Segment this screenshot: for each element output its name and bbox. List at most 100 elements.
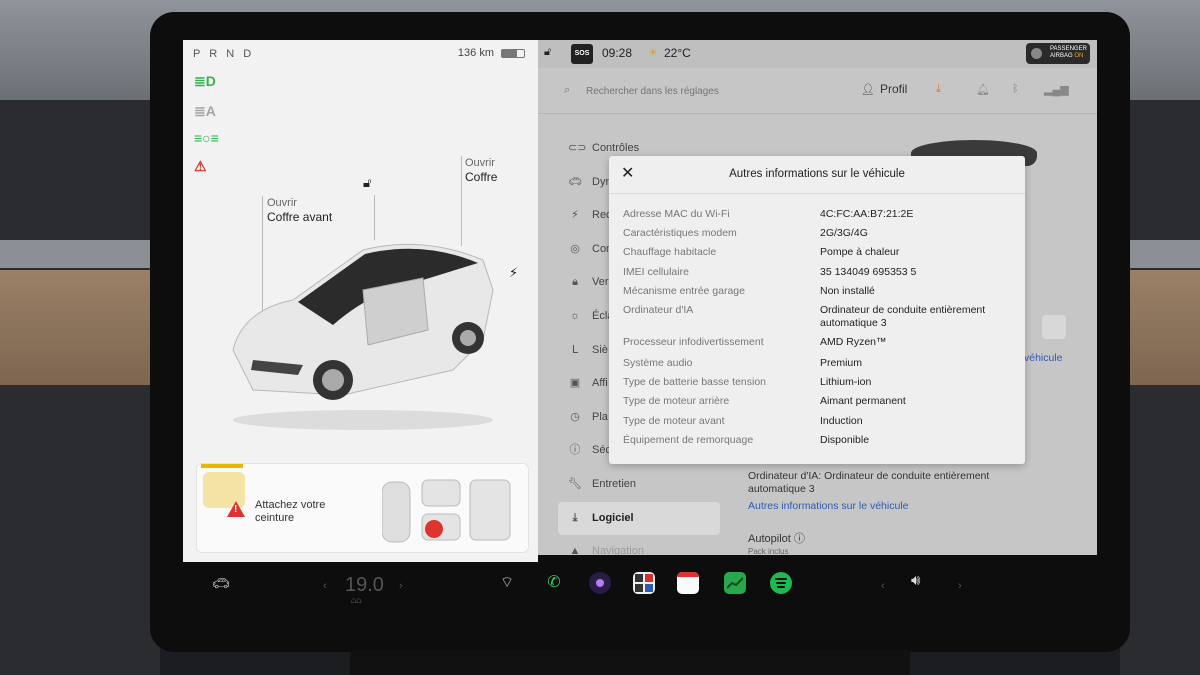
menu-label: Siè: [592, 343, 608, 356]
taskbar: 🚗︎ ‹ 19.0 ⩍⩍ › ⌔ ✆ ‹ 🔊︎ ›: [183, 562, 1097, 608]
temp-down-chevron[interactable]: ‹: [323, 580, 327, 592]
info-label: Processeur infodivertissement: [623, 336, 764, 348]
menu-item-entretien[interactable]: 🔧︎ Entretien: [558, 468, 720, 502]
display-icon: ▣: [569, 377, 581, 390]
info-label: Système audio: [623, 357, 693, 369]
steering-wheel-icon: ◎: [570, 242, 580, 255]
autopilot-label: Autopilot: [748, 533, 791, 545]
info-value: 2G/3G/4G: [820, 227, 868, 239]
side-toggle[interactable]: [1042, 315, 1066, 339]
modal-header: ✕ Autres informations sur le véhicule: [609, 156, 1025, 194]
trim-right: [1120, 240, 1200, 268]
info-value: Aimant permanent: [820, 395, 906, 407]
screen-stand: [350, 650, 910, 675]
menu-label: Ver: [592, 276, 609, 289]
light-icon: ☼: [569, 309, 581, 322]
car-icon: 🚗︎: [568, 175, 582, 188]
info-value: Premium: [820, 357, 863, 369]
auto-headlight-icon: ≣A: [194, 103, 216, 119]
menu-label: Affi: [592, 377, 608, 390]
more-vehicle-info-link[interactable]: Autres informations sur le véhicule: [748, 500, 909, 512]
menu-label: Contrôles: [592, 142, 640, 154]
menu-item-navigation[interactable]: ▲ Navigation: [558, 535, 720, 555]
lock-icon: 🔒︎: [572, 276, 578, 289]
temp-up-chevron[interactable]: ›: [399, 580, 403, 592]
info-label: IMEI cellulaire: [623, 266, 689, 278]
info-value: Ordinateur de conduite entièrement autom…: [820, 304, 986, 329]
wrench-icon: 🔧︎: [568, 477, 582, 490]
car-controls-icon[interactable]: 🚗︎: [212, 575, 230, 592]
sos-button[interactable]: SOS: [571, 44, 593, 64]
info-label: Type de moteur avant: [623, 415, 725, 427]
wood-panel-right: [1120, 270, 1200, 385]
warning-icon: !: [227, 501, 245, 517]
info-value: Pompe à chaleur: [820, 246, 900, 258]
seat-icon: ᒪ: [571, 343, 579, 356]
info-label: Mécanisme entrée garage: [623, 285, 745, 297]
seatbelt-alert-card: ! Attachez votre ceinture: [196, 463, 529, 553]
calendar-icon[interactable]: [677, 572, 699, 594]
charge-port-icon[interactable]: ⚡︎: [509, 265, 518, 281]
autopilot-heading: Autopilot ⓘ: [748, 530, 805, 546]
search-icon: ⌕: [564, 84, 571, 96]
info-value: 35 134049 695353 5: [820, 266, 917, 278]
bell-icon[interactable]: 🔔︎: [976, 83, 990, 96]
wiper-icon[interactable]: ⌔: [496, 572, 518, 594]
car-model-image: [232, 243, 494, 430]
app-launcher-icon[interactable]: [633, 572, 655, 594]
info-label: Ordinateur d'IA: [623, 304, 694, 316]
menu-label: Pla: [592, 410, 608, 423]
vehicle-link-fragment[interactable]: véhicule: [1024, 352, 1063, 364]
volume-up-chevron[interactable]: ›: [958, 580, 962, 592]
autopilot-pack: Pack inclus: [748, 547, 789, 555]
info-icon[interactable]: ⓘ: [794, 533, 805, 545]
camera-icon[interactable]: [589, 572, 611, 594]
toggle-icon: ⊂⊃: [568, 142, 587, 154]
info-value: Non installé: [820, 285, 875, 297]
lock-status-icon[interactable]: 🔓︎: [544, 46, 551, 59]
spotify-icon[interactable]: [770, 572, 792, 594]
menu-item-logiciel[interactable]: ⤓ Logiciel: [558, 501, 720, 536]
volume-down-chevron[interactable]: ‹: [881, 580, 885, 592]
unlock-icon[interactable]: 🔓︎: [363, 175, 371, 191]
dashboard-left: [0, 100, 160, 675]
menu-label: Navigation: [592, 545, 644, 555]
open-frunk-button[interactable]: Ouvrir Coffre avant: [267, 196, 332, 225]
info-value: 4C:FC:AA:B7:21:2E: [820, 208, 914, 220]
info-label: Type de batterie basse tension: [623, 376, 767, 388]
info-value: Disponible: [820, 434, 870, 446]
headlight-icon: ≣D: [194, 73, 216, 89]
clock: 09:28: [602, 46, 633, 60]
download-icon[interactable]: ⤓: [936, 83, 941, 96]
parking-light-icon: ≡○≡: [194, 130, 219, 146]
airbag-state: ON: [1074, 53, 1084, 59]
clock-icon: ◷: [570, 410, 580, 423]
info-label: Chauffage habitacle: [623, 246, 717, 258]
airbag-icon: [1031, 48, 1042, 59]
info-value: AMD Ryzen™: [820, 336, 887, 348]
status-bar: 🔓︎ SOS 09:28 ☀ 22°C PASSENGER AIRBAG ON: [538, 40, 1097, 68]
airbag-label-1: PASSENGER: [1050, 46, 1087, 52]
settings-search-input[interactable]: [586, 82, 806, 100]
battery-icon: [501, 49, 525, 58]
cabin-temperature[interactable]: 19.0: [345, 574, 384, 597]
signal-icon: ▂▄▆: [1044, 84, 1069, 96]
vehicle-info-modal: ✕ Autres informations sur le véhicule Ad…: [609, 156, 1025, 464]
phone-icon[interactable]: ✆: [543, 572, 565, 594]
outside-temperature: 22°C: [664, 46, 691, 60]
volume-icon[interactable]: 🔊︎: [911, 572, 920, 589]
seatbelt-alert-text: Attachez votre ceinture: [255, 499, 326, 524]
info-label: Type de moteur arrière: [623, 395, 730, 407]
info-value: Induction: [820, 415, 863, 427]
info-label: Adresse MAC du Wi-Fi: [623, 208, 730, 220]
bluetooth-icon[interactable]: ᛒ: [1012, 83, 1019, 95]
stocks-app-icon[interactable]: [724, 572, 746, 594]
navigation-icon: ▲: [569, 545, 581, 555]
car-status-panel: P R N D 136 km ≣D ≣A ≡○≡ ⚠ Ouvrir Coffre…: [183, 40, 538, 562]
open-trunk-button[interactable]: Ouvrir Coffre: [465, 156, 497, 185]
info-label: Équipement de remorquage: [623, 434, 754, 446]
seat-map-icon: [382, 479, 511, 543]
search-row: ⌕ 👤︎ Profil ⤓ 🔔︎ ᛒ ▂▄▆: [538, 68, 1097, 114]
profile-button[interactable]: Profil: [880, 82, 907, 96]
seat-heater-icon[interactable]: ⩍⩍: [351, 596, 361, 606]
